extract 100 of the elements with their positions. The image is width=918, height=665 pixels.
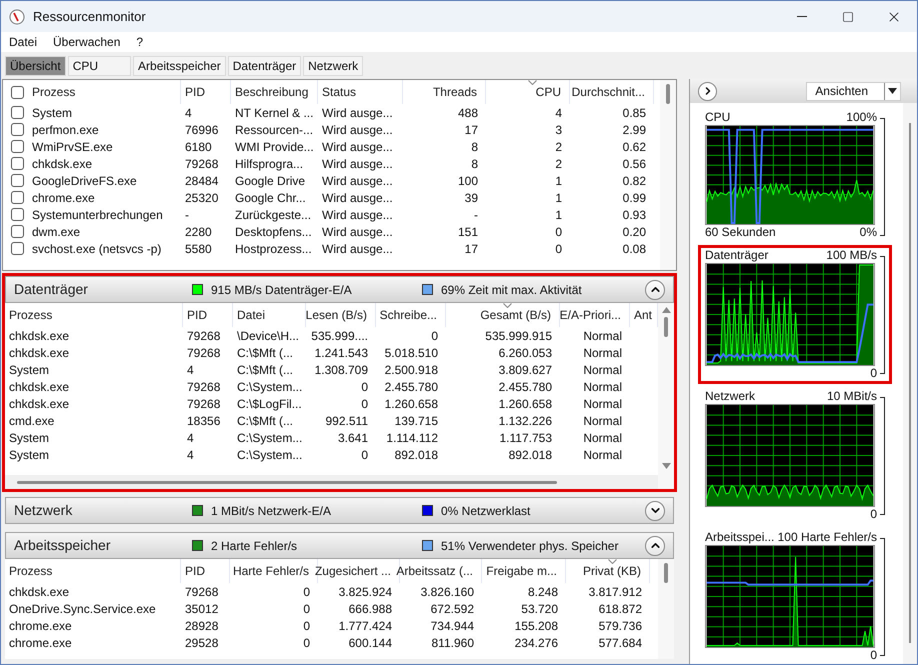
menu-item[interactable]: Datei <box>9 33 38 51</box>
horizontal-scrollbar[interactable] <box>5 475 658 489</box>
table-cell-text: Google Drive <box>235 172 306 190</box>
section-header[interactable]: Datenträger 915 MB/s Datenträger-E/A 69% Zeit mit max. Aktivität <box>5 276 674 303</box>
table-cell-text: 1 <box>555 190 562 206</box>
expand-panel-button[interactable] <box>698 82 717 100</box>
table-cell-text: 28484 <box>185 172 218 190</box>
section-header[interactable]: Arbeitsspeicher 2 Harte Fehler/s 51% Verwendeter phys. Speicher <box>5 532 674 559</box>
column-header[interactable]: Schreibe... <box>380 306 437 324</box>
graph-max-label: 10 MBit/s <box>826 389 877 404</box>
table-cell-text: 5580 <box>185 240 212 258</box>
table-cell-text: Normal <box>583 344 622 362</box>
table-cell-text: 53.720 <box>521 600 558 618</box>
checkbox[interactable] <box>11 86 24 98</box>
tab[interactable]: Übersicht <box>5 56 66 76</box>
table-cell-text: Zurückgeste... <box>235 206 312 224</box>
column-header[interactable]: Status <box>322 83 356 101</box>
table-cell-text: chkdsk.exe <box>9 328 70 344</box>
table-cell-text: 0.85 <box>622 104 646 122</box>
column-header[interactable]: PID <box>185 562 206 580</box>
checkbox[interactable] <box>11 208 24 221</box>
table-cell-text: C:\System... <box>237 446 302 464</box>
column-header[interactable]: Prozess <box>9 306 52 324</box>
checkbox[interactable] <box>11 106 24 119</box>
table-cell-text: chrome.exe <box>9 618 72 634</box>
table-cell-text: 4 <box>185 104 192 122</box>
table-cell-text: 0 <box>361 446 368 464</box>
table-cell-text: Wird ausge... <box>322 240 393 258</box>
scroll-down-arrow-icon[interactable] <box>662 463 670 469</box>
views-button[interactable]: Ansichten <box>806 82 901 100</box>
table-cell-text: - <box>474 206 478 224</box>
checkbox[interactable] <box>11 174 24 187</box>
table-cell-text: Hilfsprogra... <box>235 156 304 172</box>
table-cell-text: Wird ausge... <box>322 206 393 224</box>
table-cell-text: C:\$Mft (... <box>237 412 294 430</box>
graph-max-label: 100% <box>846 110 877 125</box>
table-cell-text: 1 <box>555 172 562 190</box>
checkbox[interactable] <box>11 140 24 153</box>
column-header[interactable]: Arbeitssatz (... <box>396 562 473 580</box>
column-header[interactable]: PID <box>187 306 208 324</box>
table-cell-text: dwm.exe <box>32 224 80 240</box>
table-cell-text: 1.777.424 <box>338 618 392 634</box>
table-cell-text: 35012 <box>185 600 218 618</box>
column-header[interactable]: Gesamt (B/s) <box>480 306 551 324</box>
table-cell-text: 0.20 <box>622 224 646 240</box>
table-cell-text: 0 <box>303 618 310 634</box>
table-cell-text: 29528 <box>185 634 218 652</box>
column-header[interactable]: Zugesichert ... <box>314 562 391 580</box>
column-header[interactable]: Prozess <box>32 83 76 101</box>
vertical-scrollbar[interactable] <box>658 303 674 489</box>
column-header[interactable]: Beschreibung <box>235 83 308 101</box>
column-header[interactable]: Datei <box>237 306 266 324</box>
menu-item[interactable]: Überwachen <box>53 33 120 51</box>
table-cell-text: 79268 <box>187 328 220 344</box>
collapse-button[interactable] <box>645 536 665 556</box>
tab[interactable]: Datenträger <box>228 56 302 76</box>
column-header[interactable]: Threads <box>432 83 477 101</box>
tab[interactable]: Netzwerk <box>303 56 364 76</box>
column-header[interactable]: Harte Fehler/s <box>232 562 309 580</box>
column-header[interactable]: CPU <box>536 83 561 101</box>
table-cell-text: 618.872 <box>598 600 642 618</box>
table-cell-text: 0 <box>555 240 562 258</box>
column-header[interactable]: Freigabe m... <box>486 562 557 580</box>
table-cell-text: WmiPrvSE.exe <box>32 138 113 156</box>
column-header[interactable]: PID <box>185 83 206 101</box>
column-header[interactable]: Privat (KB) <box>582 562 641 580</box>
table-cell-text: 8.248 <box>528 584 558 600</box>
table-cell-text: \Device\H... <box>237 328 300 344</box>
vertical-scrollbar[interactable] <box>660 80 676 270</box>
menu-item[interactable]: ? <box>136 33 144 51</box>
vertical-scrollbar[interactable] <box>903 103 917 664</box>
table-cell-text: 79268 <box>185 584 218 600</box>
vertical-scrollbar[interactable] <box>658 559 674 659</box>
table-cell-text: 0 <box>431 328 438 344</box>
collapse-button[interactable] <box>645 280 665 300</box>
table-cell-text: 6180 <box>185 138 212 156</box>
table-cell-text: 0.08 <box>622 240 646 258</box>
column-header[interactable]: Durchschnit... <box>572 83 645 101</box>
table-cell-text: Normal <box>583 412 622 430</box>
column-header[interactable]: Lesen (B/s) <box>306 306 367 324</box>
checkbox[interactable] <box>11 123 24 136</box>
checkbox[interactable] <box>11 242 24 255</box>
column-header[interactable]: Ant <box>634 306 652 324</box>
scroll-up-arrow-icon[interactable] <box>662 307 670 313</box>
tab[interactable]: Arbeitsspeicher <box>133 56 226 76</box>
table-cell-text: Normal <box>583 378 622 396</box>
table-cell-text: Normal <box>583 396 622 412</box>
checkbox[interactable] <box>11 191 24 204</box>
checkbox[interactable] <box>11 157 24 170</box>
table-cell-text: 1.132.226 <box>498 412 552 430</box>
column-header[interactable]: Prozess <box>9 562 52 580</box>
expand-button[interactable] <box>645 500 665 520</box>
table-cell-text: Wird ausge... <box>322 172 393 190</box>
table-cell-text: 25320 <box>185 190 218 206</box>
tab[interactable]: CPU <box>68 56 132 76</box>
graph-min-label: 0 <box>870 507 877 522</box>
table-cell-text: System <box>9 446 50 464</box>
column-header[interactable]: E/A-Priori... <box>560 306 621 324</box>
checkbox[interactable] <box>11 225 24 238</box>
section-header[interactable]: Netzwerk 1 MBit/s Netzwerk-E/A 0% Netzwerklast <box>5 497 674 524</box>
